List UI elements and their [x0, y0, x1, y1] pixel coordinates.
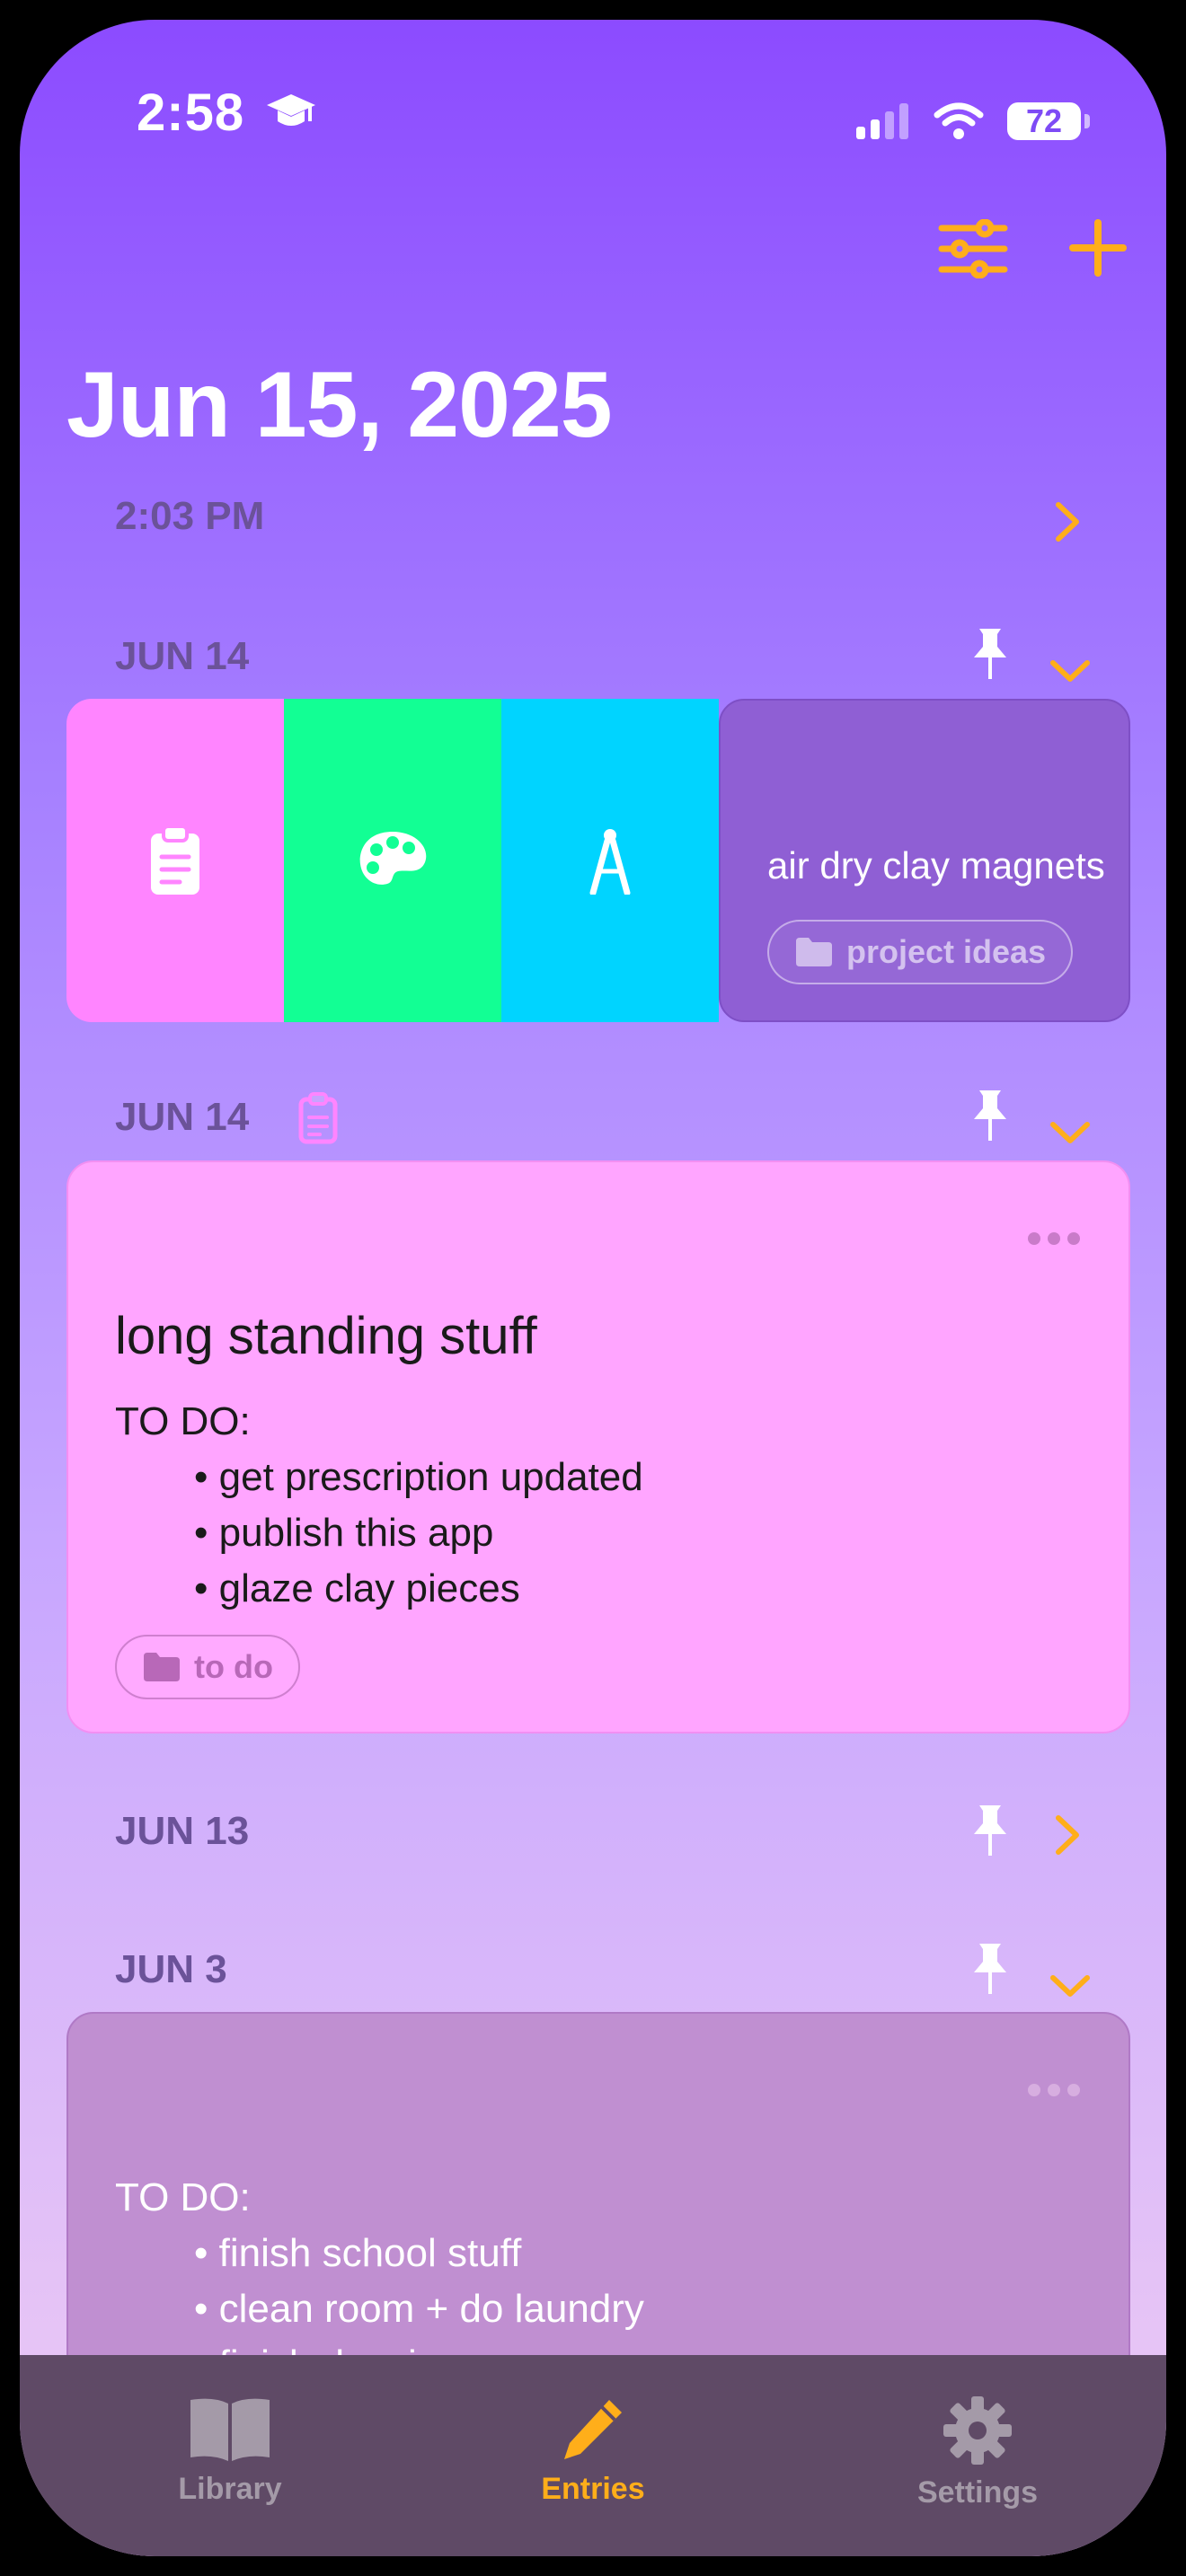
- list-item-text: publish this app: [218, 1511, 494, 1555]
- wifi-icon: [934, 102, 984, 139]
- list-item-text: finish school stuff: [218, 2231, 522, 2275]
- add-icon[interactable]: [1067, 217, 1128, 278]
- chevron-down-icon[interactable]: [1048, 1971, 1093, 2001]
- status-time-text: 2:58: [137, 84, 245, 142]
- note-title: long standing stuff: [115, 1307, 537, 1365]
- chevron-right-icon[interactable]: [1051, 1813, 1084, 1857]
- pencil-icon: [564, 2400, 622, 2459]
- clipboard-icon: [298, 1092, 338, 1144]
- swipe-action-compass[interactable]: [501, 699, 719, 1022]
- folder-icon: [144, 1653, 180, 1681]
- list-item: • finish school stuff: [194, 2231, 522, 2275]
- page-title: Jun 15, 2025: [66, 353, 613, 457]
- section-header-time: 2:03 PM: [115, 494, 265, 538]
- clipboard-icon: [151, 825, 199, 895]
- section-header-jun14-note: JUN 14: [115, 1095, 250, 1139]
- entry-preview-text: air dry clay magnets: [767, 844, 1105, 887]
- status-indicators: 72: [856, 102, 1090, 140]
- entry-card-note[interactable]: long standing stuff TO DO: • get prescri…: [66, 1160, 1130, 1734]
- pin-icon[interactable]: [970, 1089, 1010, 1142]
- more-options-icon[interactable]: [1028, 2084, 1080, 2096]
- note-heading: TO DO:: [115, 2175, 251, 2219]
- battery-level: 72: [1025, 102, 1063, 139]
- app-screen: 2:58 72 Jun 15, 2025 2:03 PM JUN 14 air …: [20, 20, 1166, 2556]
- chevron-down-icon[interactable]: [1048, 656, 1093, 686]
- status-time: 2:58: [137, 83, 317, 143]
- list-item: • clean room + do laundry: [194, 2287, 644, 2331]
- section-header-jun3: JUN 3: [115, 1947, 227, 1991]
- chevron-down-icon[interactable]: [1048, 1117, 1093, 1148]
- list-item-text: get prescription updated: [218, 1455, 643, 1499]
- list-item-text: glaze clay pieces: [218, 1566, 520, 1610]
- swipe-action-palette[interactable]: [284, 699, 501, 1022]
- tab-library-label: Library: [178, 2472, 282, 2506]
- section-header-jun14: JUN 14: [115, 634, 250, 678]
- chevron-right-icon[interactable]: [1051, 499, 1084, 544]
- tag-label: project ideas: [846, 933, 1047, 970]
- list-item-text: clean room + do laundry: [218, 2287, 644, 2331]
- pin-icon[interactable]: [970, 627, 1010, 681]
- section-header-jun13: JUN 13: [115, 1809, 250, 1853]
- palette-icon: [359, 832, 427, 885]
- tab-entries-label: Entries: [541, 2472, 645, 2506]
- tab-settings-label: Settings: [916, 2475, 1039, 2510]
- tab-library[interactable]: Library: [95, 2395, 365, 2507]
- gear-icon: [943, 2396, 1012, 2465]
- battery-indicator: 72: [1007, 102, 1090, 140]
- pin-icon[interactable]: [970, 1804, 1010, 1857]
- swipe-action-clipboard[interactable]: [66, 699, 284, 1022]
- filter-sliders-icon[interactable]: [938, 219, 1008, 278]
- graduation-cap-icon: [267, 94, 316, 126]
- pin-icon[interactable]: [970, 1942, 1010, 1996]
- list-item: • get prescription updated: [194, 1455, 643, 1499]
- tag-chip[interactable]: to do: [115, 1635, 300, 1699]
- tag-label: to do: [194, 1648, 273, 1685]
- tab-settings[interactable]: Settings: [843, 2395, 1112, 2510]
- note-heading: TO DO:: [115, 1399, 251, 1443]
- folder-icon: [796, 938, 832, 966]
- more-options-icon[interactable]: [1028, 1232, 1080, 1245]
- cellular-signal-icon: [856, 103, 908, 139]
- tab-entries[interactable]: Entries: [458, 2395, 728, 2507]
- compass-icon: [589, 829, 631, 895]
- list-item: • glaze clay pieces: [194, 1566, 520, 1610]
- list-item: • publish this app: [194, 1511, 494, 1555]
- entry-card-swiped[interactable]: air dry clay magnets project ideas: [719, 699, 1130, 1022]
- book-icon: [190, 2398, 270, 2461]
- tag-chip[interactable]: project ideas: [767, 920, 1074, 984]
- tab-bar: Library Entries Settings: [20, 2355, 1166, 2556]
